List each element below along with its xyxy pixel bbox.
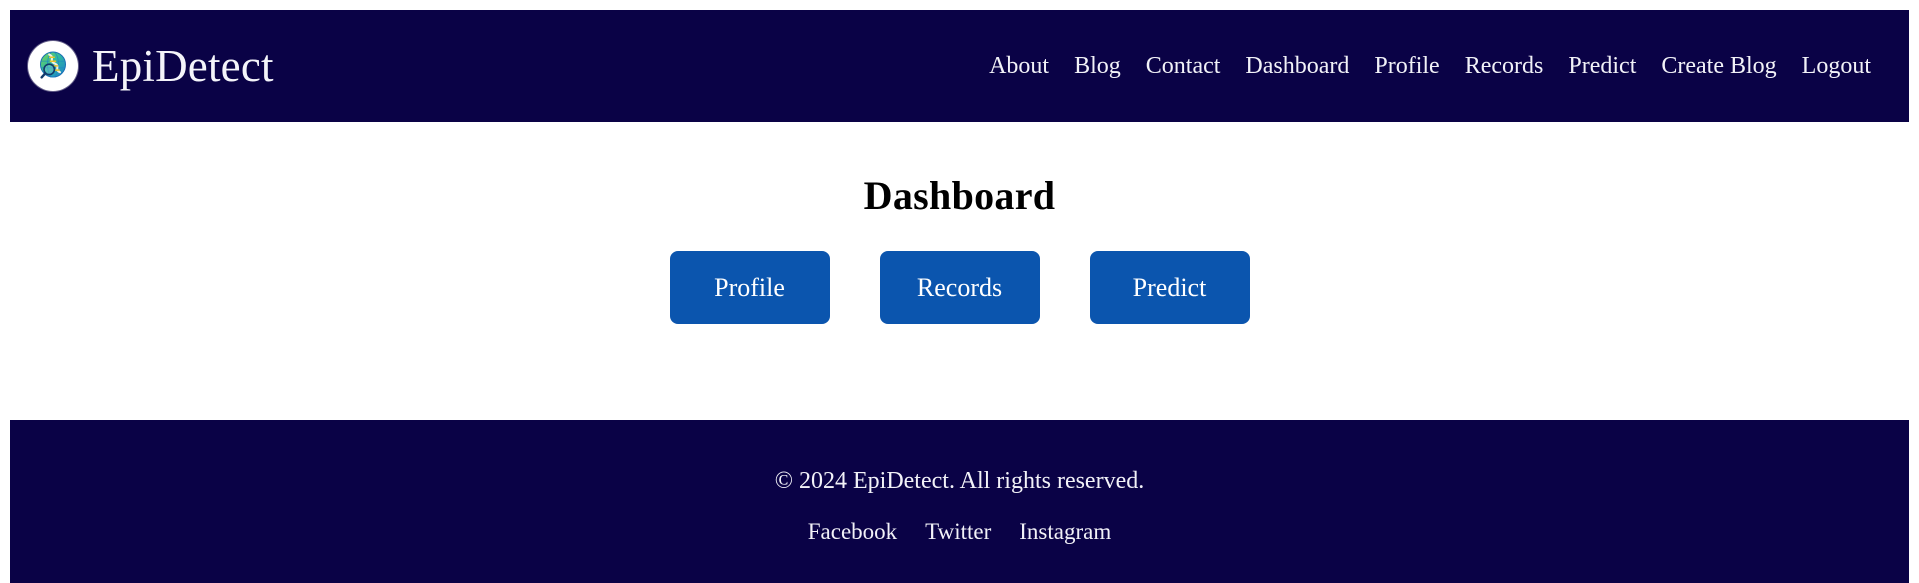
nav-link-contact[interactable]: Contact (1146, 54, 1221, 78)
copyright-text: © 2024 EpiDetect. All rights reserved. (774, 468, 1145, 494)
social-link-twitter[interactable]: Twitter (925, 520, 991, 543)
dashboard-action-row: Profile Records Predict (669, 251, 1250, 324)
nav-link-about[interactable]: About (989, 54, 1049, 78)
nav-link-logout[interactable]: Logout (1802, 54, 1871, 78)
nav-link-dashboard[interactable]: Dashboard (1245, 54, 1349, 78)
site-footer: © 2024 EpiDetect. All rights reserved. F… (10, 420, 1909, 583)
nav-link-profile[interactable]: Profile (1374, 54, 1439, 78)
nav-link-records[interactable]: Records (1465, 54, 1544, 78)
records-button[interactable]: Records (879, 251, 1040, 324)
social-link-instagram[interactable]: Instagram (1019, 520, 1111, 543)
nav-link-predict[interactable]: Predict (1568, 54, 1636, 78)
nav-link-create-blog[interactable]: Create Blog (1661, 54, 1776, 78)
nav-link-blog[interactable]: Blog (1074, 54, 1121, 78)
social-link-facebook[interactable]: Facebook (808, 520, 897, 543)
site-header: EpiDetect About Blog Contact Dashboard P… (10, 10, 1909, 122)
predict-button[interactable]: Predict (1089, 251, 1250, 324)
main-content: Dashboard Profile Records Predict (10, 122, 1909, 420)
social-links: Facebook Twitter Instagram (808, 520, 1111, 543)
page-title: Dashboard (863, 173, 1056, 218)
page-root: EpiDetect About Blog Contact Dashboard P… (0, 0, 1919, 583)
main-nav: About Blog Contact Dashboard Profile Rec… (989, 54, 1885, 78)
globe-dna-magnifier-icon (28, 41, 78, 91)
brand-name: EpiDetect (92, 40, 274, 91)
profile-button[interactable]: Profile (669, 251, 830, 324)
brand[interactable]: EpiDetect (28, 41, 274, 91)
